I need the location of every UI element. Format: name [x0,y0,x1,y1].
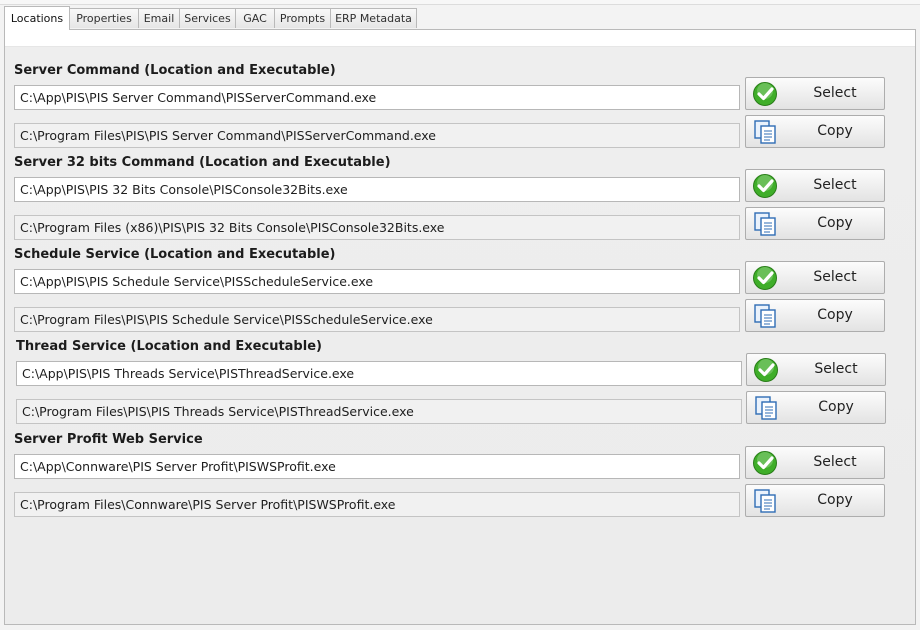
green-check-icon [754,358,778,382]
select-button-label: Select [813,85,857,101]
tab-properties[interactable]: Properties [69,8,139,28]
copy-button-label: Copy [817,307,853,323]
green-check-icon [753,266,777,290]
thread-service-install-path-field: C:\Program Files\PIS\PIS Threads Service… [16,399,742,424]
copy-button-label: Copy [817,215,853,231]
tab-prompts[interactable]: Prompts [274,8,331,28]
schedule-service-select-button[interactable]: Select [745,261,885,294]
select-button-label: Select [814,361,858,377]
group-title-thread-service: Thread Service (Location and Executable) [16,339,322,354]
server-command-path-input[interactable]: C:\App\PIS\PIS Server Command\PISServerC… [14,85,740,110]
server-profit-path-input[interactable]: C:\App\Connware\PIS Server Profit\PISWSP… [14,454,740,479]
thread-service-path-input[interactable]: C:\App\PIS\PIS Threads Service\PISThread… [16,361,742,386]
schedule-service-copy-button[interactable]: Copy [745,299,885,332]
copy-documents-icon [754,120,776,144]
group-title-schedule-service: Schedule Service (Location and Executabl… [14,247,336,262]
server-command-copy-button[interactable]: Copy [745,115,885,148]
green-check-icon [753,174,777,198]
tab-erp-metadata[interactable]: ERP Metadata [330,8,417,28]
select-button-label: Select [813,177,857,193]
server-32bits-command-copy-button[interactable]: Copy [745,207,885,240]
copy-button-label: Copy [817,123,853,139]
copy-button-label: Copy [818,399,854,415]
green-check-icon [753,82,777,106]
tab-services[interactable]: Services [179,8,236,28]
schedule-service-path-input[interactable]: C:\App\PIS\PIS Schedule Service\PISSched… [14,269,740,294]
schedule-service-install-path-field: C:\Program Files\PIS\PIS Schedule Servic… [14,307,740,332]
green-check-icon [753,451,777,475]
group-title-server-32bits-command: Server 32 bits Command (Location and Exe… [14,155,391,170]
select-button-label: Select [813,269,857,285]
copy-documents-icon [754,212,776,236]
panel-header-strip [5,30,915,47]
tab-strip: Locations Properties Email Services GAC … [4,6,916,30]
group-title-server-profit-web-service: Server Profit Web Service [14,432,203,447]
group-title-server-command: Server Command (Location and Executable) [14,63,336,78]
locations-panel: Server Command (Location and Executable)… [4,29,916,625]
copy-documents-icon [754,489,776,513]
copy-documents-icon [755,396,777,420]
tab-gac[interactable]: GAC [235,8,275,28]
server-32bits-command-install-path-field: C:\Program Files (x86)\PIS\PIS 32 Bits C… [14,215,740,240]
copy-button-label: Copy [817,492,853,508]
server-command-install-path-field: C:\Program Files\PIS\PIS Server Command\… [14,123,740,148]
server-32bits-command-path-input[interactable]: C:\App\PIS\PIS 32 Bits Console\PISConsol… [14,177,740,202]
tab-email[interactable]: Email [138,8,180,28]
window-top-edge [0,0,920,5]
select-button-label: Select [813,454,857,470]
server-profit-select-button[interactable]: Select [745,446,885,479]
copy-documents-icon [754,304,776,328]
thread-service-select-button[interactable]: Select [746,353,886,386]
server-profit-copy-button[interactable]: Copy [745,484,885,517]
server-command-select-button[interactable]: Select [745,77,885,110]
server-profit-install-path-field: C:\Program Files\Connware\PIS Server Pro… [14,492,740,517]
tab-locations[interactable]: Locations [4,6,70,30]
server-32bits-command-select-button[interactable]: Select [745,169,885,202]
thread-service-copy-button[interactable]: Copy [746,391,886,424]
